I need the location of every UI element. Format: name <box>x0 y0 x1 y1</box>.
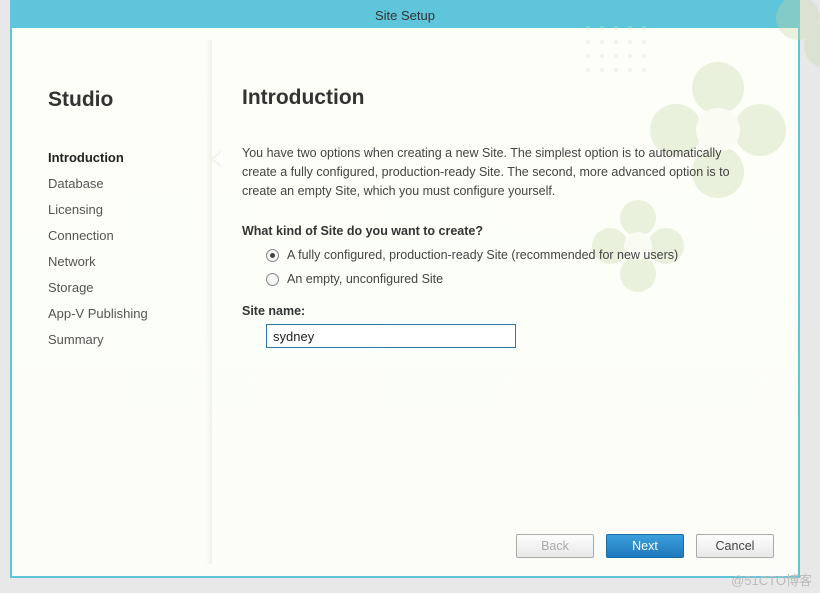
page-title: Introduction <box>242 86 758 110</box>
nav-network[interactable]: Network <box>48 254 212 269</box>
nav-database[interactable]: Database <box>48 176 212 191</box>
radio-icon <box>266 273 279 286</box>
cancel-button[interactable]: Cancel <box>696 534 774 558</box>
radio-empty-site[interactable]: An empty, unconfigured Site <box>266 272 758 286</box>
next-button[interactable]: Next <box>606 534 684 558</box>
radio-label: A fully configured, production-ready Sit… <box>287 248 678 262</box>
nav-summary[interactable]: Summary <box>48 332 212 347</box>
nav-storage[interactable]: Storage <box>48 280 212 295</box>
back-button[interactable]: Back <box>516 534 594 558</box>
site-kind-question: What kind of Site do you want to create? <box>242 224 758 238</box>
wizard-window: Site Setup <box>10 0 800 578</box>
radio-icon <box>266 249 279 262</box>
radio-label: An empty, unconfigured Site <box>287 272 443 286</box>
window-title: Site Setup <box>375 8 435 23</box>
site-name-label: Site name: <box>242 304 758 318</box>
nav-connection[interactable]: Connection <box>48 228 212 243</box>
watermark: @51CTO博客 <box>731 570 812 589</box>
nav-licensing[interactable]: Licensing <box>48 202 212 217</box>
site-name-input[interactable] <box>266 324 516 348</box>
nav-introduction[interactable]: Introduction <box>48 150 212 165</box>
button-row: Back Next Cancel <box>516 534 774 558</box>
content-area: Studio Introduction Database Licensing C… <box>12 28 798 576</box>
main-panel: Introduction You have two options when c… <box>212 28 798 576</box>
nav-appv-publishing[interactable]: App-V Publishing <box>48 306 212 321</box>
titlebar: Site Setup <box>12 2 798 28</box>
sidebar: Studio Introduction Database Licensing C… <box>12 28 212 576</box>
brand-title: Studio <box>48 88 212 112</box>
radio-full-site[interactable]: A fully configured, production-ready Sit… <box>266 248 758 262</box>
intro-text: You have two options when creating a new… <box>242 144 758 200</box>
